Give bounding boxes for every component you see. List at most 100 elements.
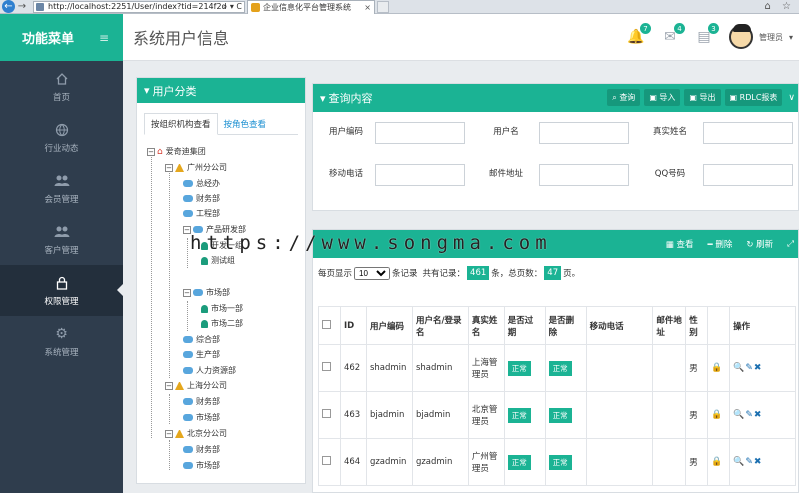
row-checkbox[interactable] bbox=[322, 456, 331, 465]
tree-node[interactable]: 工程部 bbox=[183, 208, 220, 219]
lock-icon[interactable]: 🔒 bbox=[711, 363, 722, 373]
page-size-select[interactable]: 10 bbox=[354, 266, 391, 280]
close-tab-icon[interactable]: × bbox=[364, 3, 371, 12]
tree-node[interactable]: 市场二部 bbox=[201, 318, 243, 329]
tree-node[interactable]: 财务部 bbox=[183, 444, 220, 455]
column-header[interactable]: 是否删除 bbox=[544, 306, 587, 345]
column-header[interactable]: 是否过期 bbox=[503, 306, 546, 345]
collapse-toggle[interactable]: − bbox=[165, 381, 173, 390]
sidebar-header: 功能菜单 ≡ bbox=[0, 14, 123, 61]
rdlc-report-button[interactable]: ▣ RDLC报表 bbox=[724, 89, 783, 106]
tab-by-role[interactable]: 按角色查看 bbox=[218, 113, 273, 134]
column-header[interactable]: 真实姓名 bbox=[467, 306, 505, 345]
expand-icon[interactable]: ⤢ bbox=[787, 239, 794, 249]
collapse-toggle[interactable]: − bbox=[165, 163, 173, 172]
tree-node[interactable]: − 产品研发部 bbox=[183, 224, 246, 235]
tree-node[interactable]: 总经办 bbox=[183, 178, 220, 189]
row-actions-icons[interactable]: 🔍✎✖ bbox=[733, 410, 762, 420]
tree-node[interactable]: − 市场部 bbox=[183, 287, 230, 298]
column-header[interactable]: 用户编码 bbox=[365, 306, 413, 345]
browser-home-star-icons[interactable]: ⌂ ☆ bbox=[765, 1, 796, 12]
select-all-checkbox[interactable] bbox=[322, 319, 331, 329]
pager: 每页显示 10 条记录 共有记录： 461 条，总页数： 47 页。 bbox=[318, 266, 580, 280]
new-tab-button[interactable] bbox=[377, 0, 389, 13]
user-code-input[interactable] bbox=[375, 122, 465, 144]
tree-node[interactable]: − 上海分公司 bbox=[165, 380, 227, 391]
chevron-down-icon[interactable]: ▾ bbox=[789, 33, 793, 42]
browser-toolbar: ← → http://localhost:2251/User/index?tid… bbox=[0, 0, 799, 14]
username-input[interactable] bbox=[539, 122, 629, 144]
forward-icon[interactable]: → bbox=[15, 0, 29, 14]
table-row[interactable]: 463 bjadmin bjadmin 北京管理员 正常 正常 男 🔒 🔍✎✖ bbox=[318, 391, 796, 439]
sidebar-item-members[interactable]: 会员管理 bbox=[0, 163, 123, 214]
tree-node[interactable]: − 北京分公司 bbox=[165, 428, 227, 439]
lock-icon[interactable]: 🔒 bbox=[711, 457, 722, 467]
menu-toggle-icon[interactable]: ≡ bbox=[99, 31, 109, 45]
column-header[interactable]: 性别 bbox=[685, 306, 709, 345]
dept-icon bbox=[183, 414, 193, 421]
search-button[interactable]: ⌕ 查询 bbox=[607, 89, 641, 106]
collapse-toggle[interactable]: − bbox=[183, 225, 191, 234]
qq-input[interactable] bbox=[703, 164, 793, 186]
tree-node[interactable]: 开发一组 bbox=[201, 240, 243, 251]
user-icon bbox=[201, 241, 208, 250]
mail-icon[interactable]: ✉ 4 bbox=[661, 23, 685, 46]
collapse-toggle[interactable]: − bbox=[147, 147, 155, 156]
table-row[interactable]: 464 gzadmin gzadmin 广州管理员 正常 正常 男 🔒 🔍✎✖ bbox=[318, 438, 796, 486]
sidebar-item-system[interactable]: ⚙ 系统管理 bbox=[0, 316, 123, 367]
tree-node[interactable]: 测试组 bbox=[201, 255, 235, 266]
dept-icon bbox=[183, 195, 193, 202]
export-button[interactable]: ▣ 导出 bbox=[684, 89, 721, 106]
lock-icon bbox=[54, 275, 70, 291]
tree-node-label: 开发一组 bbox=[211, 241, 243, 250]
row-actions-icons[interactable]: 🔍✎✖ bbox=[733, 363, 762, 373]
chevron-down-icon[interactable]: ∨ bbox=[788, 93, 795, 103]
tree-node[interactable]: 生产部 bbox=[183, 349, 220, 360]
refresh-button[interactable]: ↻ 刷新 bbox=[746, 238, 773, 250]
column-header[interactable]: 用户名/登录名 bbox=[411, 306, 469, 345]
tree-node[interactable]: 市场部 bbox=[183, 460, 220, 471]
user-icon bbox=[201, 256, 208, 265]
table-row[interactable]: 462 shadmin shadmin 上海管理员 正常 正常 男 🔒 🔍✎✖ bbox=[318, 344, 796, 392]
tree-node[interactable]: − 广州分公司 bbox=[165, 162, 227, 173]
task-icon[interactable]: ▤ 3 bbox=[695, 23, 719, 46]
row-checkbox[interactable] bbox=[322, 409, 331, 418]
sidebar-item-permissions[interactable]: 权限管理 bbox=[0, 265, 123, 316]
tree-node[interactable]: 市场一部 bbox=[201, 303, 243, 314]
lock-icon[interactable]: 🔒 bbox=[711, 410, 722, 420]
mobile-input[interactable] bbox=[375, 164, 465, 186]
tree-node[interactable]: 财务部 bbox=[183, 193, 220, 204]
tree-node-label: 总经办 bbox=[196, 179, 220, 188]
tree-node[interactable]: 综合部 bbox=[183, 334, 220, 345]
tree-node[interactable]: 财务部 bbox=[183, 396, 220, 407]
cell-gender: 男 bbox=[685, 438, 709, 486]
collapse-toggle[interactable]: − bbox=[183, 288, 191, 297]
user-name[interactable]: 管理员 bbox=[759, 32, 783, 43]
tab-by-org[interactable]: 按组织机构查看 bbox=[144, 113, 218, 135]
real-name-input[interactable] bbox=[703, 122, 793, 144]
avatar[interactable] bbox=[728, 24, 753, 49]
column-header[interactable]: ID bbox=[339, 306, 367, 345]
collapse-toggle[interactable]: − bbox=[165, 429, 173, 438]
back-icon[interactable]: ← bbox=[2, 0, 15, 13]
column-header[interactable]: 移动电话 bbox=[585, 306, 654, 345]
bell-icon[interactable]: 🔔 7 bbox=[627, 23, 651, 46]
email-input[interactable] bbox=[539, 164, 629, 186]
row-checkbox[interactable] bbox=[322, 362, 331, 371]
tree-node-label: 综合部 bbox=[196, 335, 220, 344]
import-button[interactable]: ▣ 导入 bbox=[644, 89, 681, 106]
sidebar-item-customers[interactable]: 客户管理 bbox=[0, 214, 123, 265]
sidebar-item-news[interactable]: 行业动态 bbox=[0, 112, 123, 163]
table-panel-header: ▦ 查看 ━ 删除 ↻ 刷新 ⤢ bbox=[313, 230, 798, 258]
address-tools[interactable]: ⌕ ▾ C bbox=[223, 2, 242, 12]
tree-node[interactable]: 人力资源部 bbox=[183, 365, 236, 376]
row-actions-icons[interactable]: 🔍✎✖ bbox=[733, 457, 762, 467]
delete-button[interactable]: ━ 删除 bbox=[708, 238, 733, 250]
column-header[interactable]: 邮件地址 bbox=[652, 306, 687, 345]
browser-tab[interactable]: 企业信息化平台管理系统 × bbox=[247, 0, 375, 14]
address-bar[interactable]: http://localhost:2251/User/index?tid=214… bbox=[33, 0, 245, 13]
tree-node[interactable]: 市场部 bbox=[183, 412, 220, 423]
sidebar-item-home[interactable]: 首页 bbox=[0, 61, 123, 112]
view-button[interactable]: ▦ 查看 bbox=[666, 238, 694, 250]
tree-node[interactable]: − ⌂ 爱奇迪集团 bbox=[147, 146, 206, 157]
